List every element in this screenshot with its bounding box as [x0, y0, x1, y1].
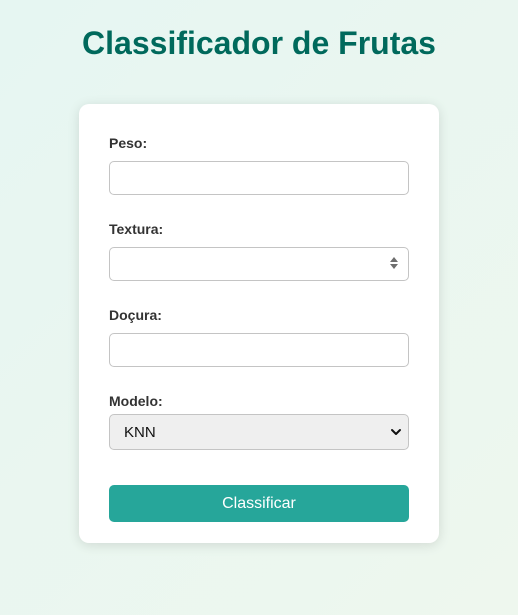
textura-label: Textura:: [109, 221, 164, 237]
classifier-form-card: Peso: Textura: Doçura: Modelo: KNN Class…: [79, 104, 439, 543]
page-title: Classificador de Frutas: [82, 25, 436, 61]
textura-field: [109, 247, 409, 281]
textura-input[interactable]: [109, 247, 409, 281]
peso-label: Peso:: [109, 135, 148, 151]
modelo-label: Modelo:: [109, 393, 163, 409]
stepper-down-icon[interactable]: [390, 264, 398, 269]
docura-input[interactable]: [109, 333, 409, 367]
stepper-up-icon[interactable]: [390, 257, 398, 262]
chevron-down-icon: [391, 429, 401, 435]
modelo-select[interactable]: KNN: [109, 414, 409, 450]
modelo-selected-value: KNN: [124, 424, 156, 441]
classify-button[interactable]: Classificar: [109, 485, 409, 522]
peso-input[interactable]: [109, 161, 409, 195]
number-stepper-icon[interactable]: [389, 256, 399, 270]
docura-label: Doçura:: [109, 307, 162, 323]
